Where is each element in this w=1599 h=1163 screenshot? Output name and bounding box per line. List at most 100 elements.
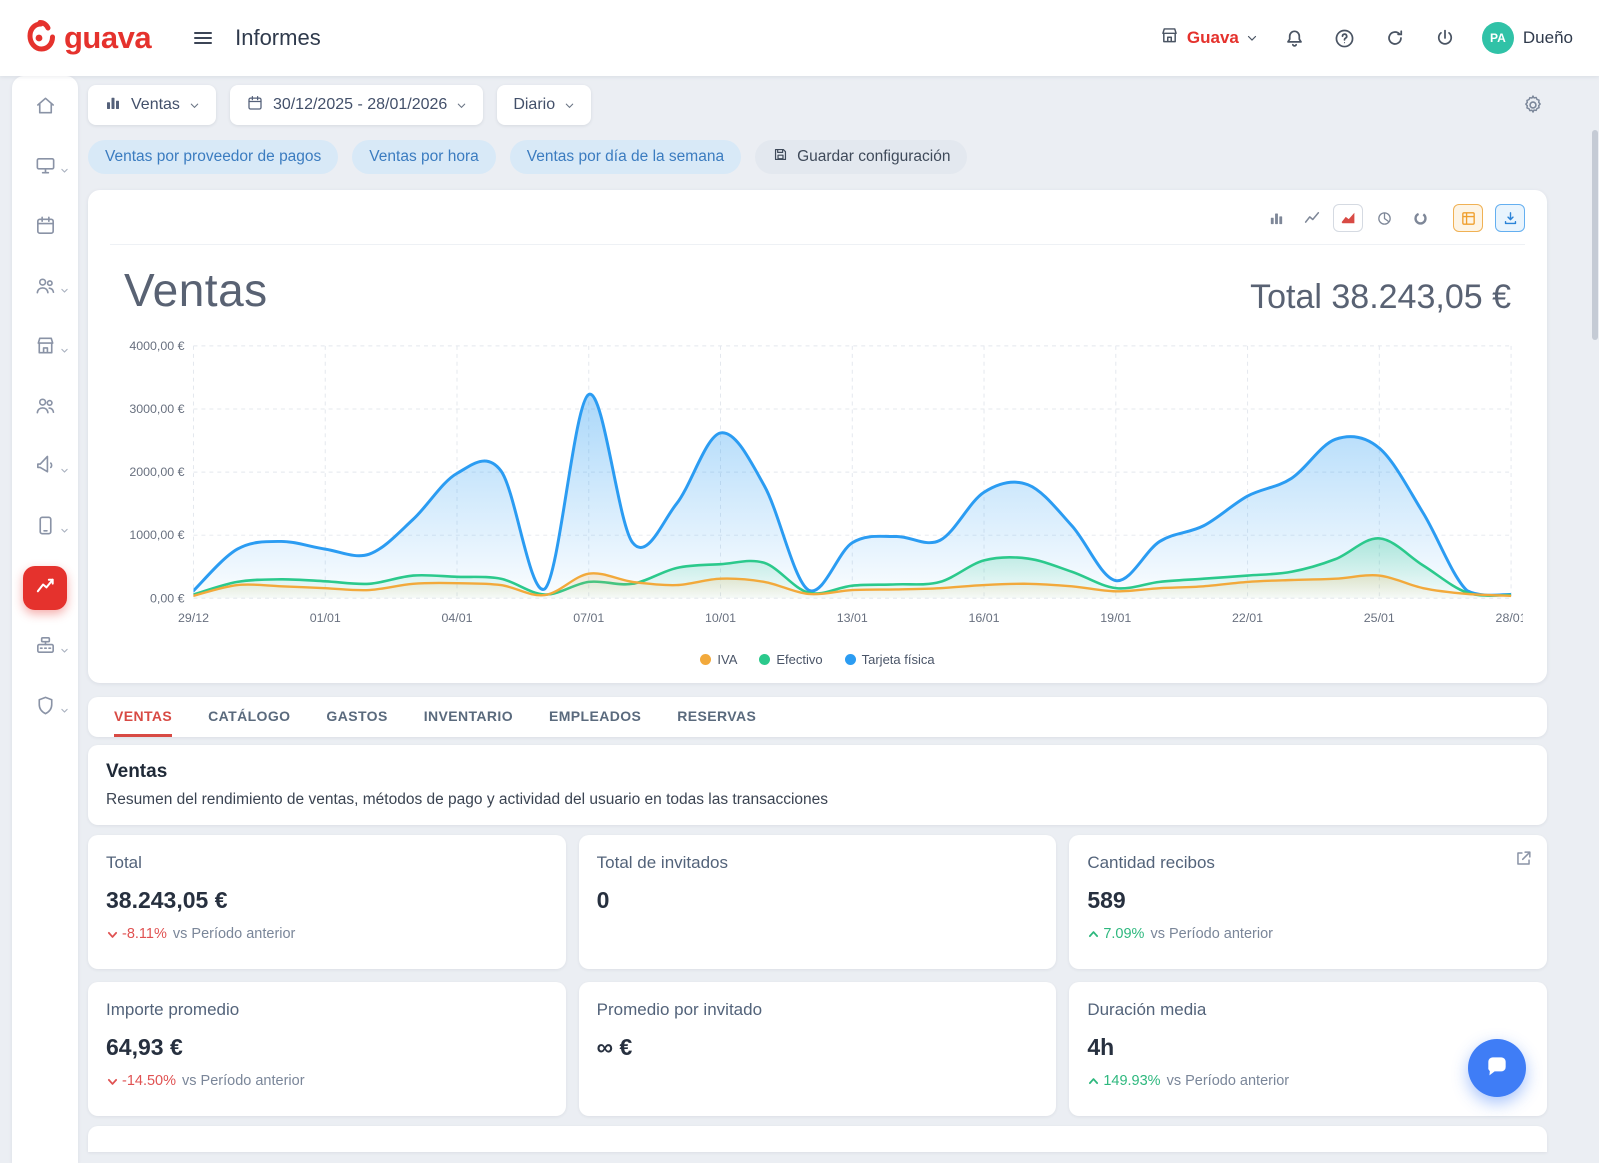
chevron-down-icon — [456, 100, 467, 111]
topbar: guava Informes Guava PA Dueño — [0, 0, 1599, 76]
chevron-down-icon — [60, 642, 69, 660]
sidebar-item-register[interactable] — [23, 626, 67, 670]
sidebar-item-marketing[interactable] — [23, 446, 67, 490]
menu-toggle-button[interactable] — [185, 20, 221, 56]
report-type-select[interactable]: Ventas — [88, 85, 216, 125]
scrollbar-thumb[interactable] — [1592, 130, 1598, 340]
stats-grid: Total 38.243,05 € -8.11% vs Período ante… — [88, 835, 1547, 1116]
svg-text:19/01: 19/01 — [1100, 611, 1131, 625]
legend-label: Efectivo — [776, 652, 822, 667]
sidebar-item-security[interactable] — [23, 686, 67, 730]
notifications-button[interactable] — [1282, 25, 1308, 51]
date-range-picker[interactable]: 30/12/2025 - 28/01/2026 — [230, 85, 483, 125]
chat-fab-button[interactable] — [1468, 1039, 1526, 1097]
date-range-value: 30/12/2025 - 28/01/2026 — [273, 96, 447, 114]
quick-report-chip-2[interactable]: Ventas por día de la semana — [510, 140, 741, 174]
sidebar-item-pos-terminal[interactable] — [23, 146, 67, 190]
user-role-label: Dueño — [1523, 28, 1573, 48]
save-configuration-chip[interactable]: Guardar configuración — [755, 140, 967, 174]
page-title: Informes — [235, 25, 321, 51]
sidebar — [12, 76, 78, 1163]
external-link-icon[interactable] — [1514, 849, 1533, 873]
chevron-down-icon — [60, 462, 69, 480]
stat-value: 64,93 € — [106, 1034, 548, 1061]
team-icon — [34, 394, 57, 422]
legend-label: Tarjeta física — [862, 652, 935, 667]
customers-icon — [34, 274, 57, 302]
chart-total-value: 38.243,05 € — [1331, 278, 1511, 316]
quick-report-chips: Ventas por proveedor de pagos Ventas por … — [88, 140, 1547, 174]
security-icon — [34, 694, 57, 722]
sidebar-item-home[interactable] — [23, 86, 67, 130]
register-icon — [34, 634, 57, 662]
account-picker[interactable]: Guava — [1159, 25, 1258, 51]
stat-delta: -8.11% vs Período anterior — [106, 926, 548, 942]
svg-text:04/01: 04/01 — [441, 611, 472, 625]
tab-inventario[interactable]: INVENTARIO — [424, 697, 513, 737]
delta-percent: 149.93% — [1103, 1073, 1160, 1089]
svg-text:07/01: 07/01 — [573, 611, 604, 625]
sidebar-item-customers[interactable] — [23, 266, 67, 310]
page-scrollbar[interactable] — [1592, 78, 1598, 1163]
user-menu[interactable]: PA Dueño — [1482, 22, 1573, 54]
bar-chart-type-button[interactable] — [1261, 204, 1291, 232]
delta-up-icon — [1087, 1075, 1100, 1088]
legend-dot — [700, 654, 711, 665]
granularity-value: Diario — [513, 96, 555, 114]
sidebar-item-calendar[interactable] — [23, 206, 67, 250]
marketing-icon — [34, 454, 57, 482]
svg-text:22/01: 22/01 — [1232, 611, 1263, 625]
stat-value: 38.243,05 € — [106, 887, 548, 914]
legend-dot — [845, 654, 856, 665]
area-chart-type-button[interactable] — [1333, 204, 1363, 232]
chart-total-label: Total — [1250, 278, 1322, 316]
chip-label: Ventas por hora — [369, 148, 478, 166]
legend-item[interactable]: Efectivo — [759, 652, 822, 667]
legend-item[interactable]: Tarjeta física — [845, 652, 935, 667]
pivot-table-button[interactable] — [1453, 204, 1483, 232]
sidebar-item-reports[interactable] — [23, 566, 67, 610]
venue-icon — [34, 334, 57, 362]
quick-report-chip-0[interactable]: Ventas por proveedor de pagos — [88, 140, 338, 174]
organization-icon — [1159, 25, 1180, 51]
granularity-select[interactable]: Diario — [497, 85, 591, 125]
sales-chart-card: Ventas Total 38.243,05 € 0,00 €1000,00 €… — [88, 190, 1547, 683]
report-settings-button[interactable] — [1519, 91, 1547, 119]
legend-item[interactable]: IVA — [700, 652, 737, 667]
report-type-value: Ventas — [131, 96, 180, 114]
sidebar-item-team[interactable] — [23, 386, 67, 430]
reports-icon — [34, 574, 57, 602]
stat-card: Importe promedio 64,93 € -14.50% vs Perí… — [88, 982, 566, 1116]
sidebar-item-kiosk[interactable] — [23, 506, 67, 550]
sidebar-item-venue[interactable] — [23, 326, 67, 370]
pie-chart-type-button[interactable] — [1369, 204, 1399, 232]
quick-report-chip-1[interactable]: Ventas por hora — [352, 140, 495, 174]
logout-button[interactable] — [1432, 25, 1458, 51]
tab-ventas[interactable]: VENTAS — [114, 697, 172, 737]
sales-area-chart: 0,00 €1000,00 €2000,00 €3000,00 €4000,00… — [110, 323, 1525, 650]
help-button[interactable] — [1332, 25, 1358, 51]
line-chart-type-button[interactable] — [1297, 204, 1327, 232]
chip-label: Ventas por día de la semana — [527, 148, 724, 166]
tab-catálogo[interactable]: CATÁLOGO — [208, 697, 290, 737]
svg-text:01/01: 01/01 — [310, 611, 341, 625]
chat-bubble-icon — [1484, 1053, 1510, 1084]
donut-chart-type-button[interactable] — [1405, 204, 1435, 232]
delta-percent: 7.09% — [1103, 926, 1144, 942]
stat-card: Total de invitados 0 — [579, 835, 1057, 969]
stat-value: 4h — [1087, 1034, 1529, 1061]
pos-terminal-icon — [34, 154, 57, 182]
svg-text:13/01: 13/01 — [837, 611, 868, 625]
tab-reservas[interactable]: RESERVAS — [677, 697, 756, 737]
tab-empleados[interactable]: EMPLEADOS — [549, 697, 641, 737]
avatar: PA — [1482, 22, 1514, 54]
tab-gastos[interactable]: GASTOS — [326, 697, 387, 737]
refresh-button[interactable] — [1382, 25, 1408, 51]
delta-compare-label: vs Período anterior — [173, 926, 296, 942]
delta-percent: -8.11% — [122, 926, 167, 942]
svg-text:10/01: 10/01 — [705, 611, 736, 625]
download-button[interactable] — [1495, 204, 1525, 232]
chevron-down-icon — [1246, 32, 1258, 44]
section-description: Resumen del rendimiento de ventas, métod… — [106, 791, 1529, 809]
svg-text:0,00 €: 0,00 € — [150, 591, 185, 605]
